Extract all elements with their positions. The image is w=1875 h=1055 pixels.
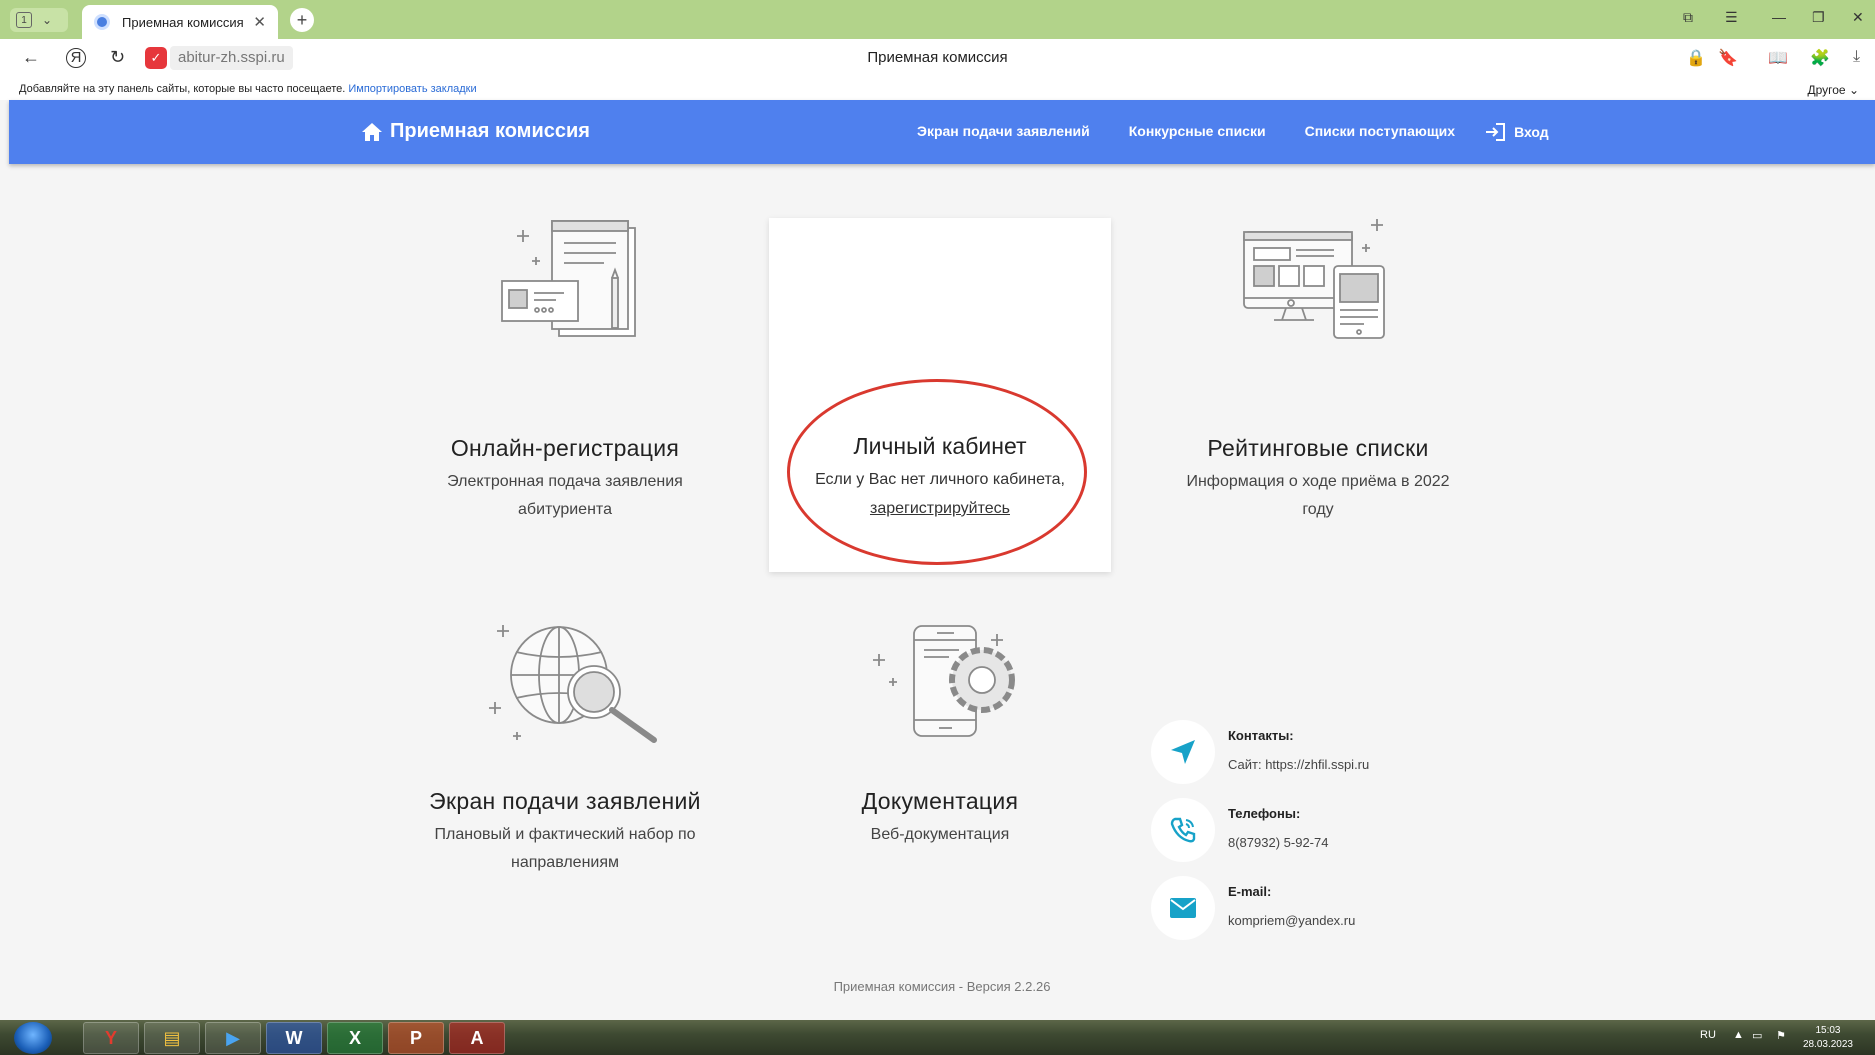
contact-phone-value[interactable]: 8(87932) 5-92-74 [1228,835,1328,850]
restore-icon[interactable]: ❐ [1812,9,1825,26]
bookmarks-hint: Добавляйте на эту панель сайты, которые … [19,83,477,95]
rating-title[interactable]: Рейтинговые списки [1141,435,1495,462]
import-bookmarks-link[interactable]: Импортировать закладки [348,83,476,95]
registration-block[interactable]: Онлайн-регистрация Электронная подача за… [389,435,741,524]
tabs-counter-button[interactable]: 1 ⌄ [10,8,68,32]
brand-label: Приемная комиссия [390,120,590,142]
highlight-ellipse [787,379,1087,565]
contact-email: E-mail: kompriem@yandex.ru [1151,876,1551,946]
network-icon[interactable]: ▭ [1752,1029,1762,1042]
docs-desc: Веб-документация [870,826,1010,843]
nav-login[interactable]: Вход [1486,123,1549,141]
presentation-icon[interactable]: P [388,1022,444,1054]
login-icon [1486,123,1506,141]
tray-expand-icon[interactable]: ▲ [1733,1029,1744,1041]
new-tab-button[interactable]: + [290,8,314,32]
rating-desc-line2: году [1302,501,1334,518]
close-tab-icon[interactable]: ✕ [253,13,266,31]
contact-site-title: Контакты: [1228,728,1294,743]
registration-desc: Электронная подача заявления абитуриента [389,468,741,524]
page-title: Приемная комиссия [867,49,1008,66]
docs-title[interactable]: Документация [769,788,1111,815]
file-manager-icon[interactable]: ▤ [144,1022,200,1054]
navigation-arrow-icon [1151,720,1215,784]
protect-icon[interactable]: 🔒 [1686,48,1706,68]
rating-desc-line1: Информация о ходе приёма в 2022 [1186,473,1450,490]
brand-link[interactable]: Приемная комиссия [362,120,590,143]
contact-phone: Телефоны: 8(87932) 5-92-74 [1151,798,1551,868]
nav-contest-lists[interactable]: Конкурсные списки [1129,123,1266,141]
pdf-reader-icon[interactable]: A [449,1022,505,1054]
screen-desc-line2: направлениям [511,854,619,871]
home-icon [362,122,382,141]
contact-site: Контакты: Сайт: https://zhfil.sspi.ru [1151,720,1551,790]
browser-tab-active[interactable]: Приемная комиссия ✕ [82,5,278,39]
contact-phone-title: Телефоны: [1228,806,1301,821]
yandex-browser-icon[interactable]: Y [83,1022,139,1054]
browser-addressbar: ← Я ↻ ✓ abitur-zh.sspi.ru Приемная комис… [0,39,1875,80]
rating-block[interactable]: Рейтинговые списки Информация о ходе при… [1141,435,1495,524]
tab-title: Приемная комиссия [122,14,244,30]
system-clock[interactable]: 15:03 28.03.2023 [1803,1024,1853,1052]
tabs-overview-icon[interactable]: ⧉ [1683,9,1693,26]
screen-title[interactable]: Экран подачи заявлений [389,788,741,815]
windows-taskbar: Y ▤ ▶ W X P A RU ▲ ▭ ⚑ 15:03 28.03.2023 [0,1020,1875,1055]
screen-desc-line1: Плановый и фактический набор по [434,826,696,843]
envelope-icon [1151,876,1215,940]
word-icon[interactable]: W [266,1022,322,1054]
clock-time: 15:03 [1815,1025,1841,1036]
contact-site-value[interactable]: Сайт: https://zhfil.sspi.ru [1228,757,1369,772]
other-bookmarks-label: Другое [1807,83,1846,97]
media-player-icon[interactable]: ▶ [205,1022,261,1054]
registration-desc-line1: Электронная подача заявления [447,473,683,490]
minimize-icon[interactable]: — [1772,9,1786,25]
documentation-illustration-icon [873,625,1015,737]
close-window-icon[interactable]: ✕ [1852,9,1864,26]
start-button-icon[interactable] [14,1022,52,1054]
clock-date: 28.03.2023 [1802,1039,1853,1050]
flag-icon[interactable]: ⚑ [1776,1029,1786,1042]
browser-tabbar: 1 ⌄ Приемная комиссия ✕ + ⧉ ☰ — ❐ ✕ [0,0,1875,39]
bookmarks-hint-text: Добавляйте на эту панель сайты, которые … [19,83,346,95]
footer-version: Приемная комиссия - Версия 2.2.26 [833,979,1051,994]
language-indicator[interactable]: RU [1700,1029,1716,1041]
tab-count: 1 [16,12,32,28]
other-bookmarks-button[interactable]: Другое ⌄ [1807,83,1859,97]
globe-search-illustration-icon [489,625,657,743]
menu-icon[interactable]: ☰ [1725,9,1738,26]
nav-login-label: Вход [1514,124,1549,140]
chevron-down-icon: ⌄ [42,13,53,27]
excel-icon[interactable]: X [327,1022,383,1054]
registration-title[interactable]: Онлайн-регистрация [389,435,741,462]
phone-icon [1151,798,1215,862]
nav-applicant-lists[interactable]: Списки поступающих [1305,123,1455,141]
contact-email-title: E-mail: [1228,884,1272,899]
site-navbar: Приемная комиссия Экран подачи заявлений… [9,100,1875,164]
registration-illustration-icon [501,220,636,337]
tab-favicon-icon [94,14,110,30]
extension-icon[interactable]: 🧩 [1810,48,1830,68]
bookmark-icon[interactable]: 🔖 [1718,48,1738,68]
download-icon[interactable]: ⤓ [1853,48,1860,66]
registration-desc-line2: абитуриента [518,501,612,518]
docs-block[interactable]: Документация Веб-документация [769,788,1111,849]
bookmarks-bar: Добавляйте на эту панель сайты, которые … [0,80,1875,100]
screen-desc: Плановый и фактический набор по направлен… [389,821,741,877]
rating-illustration-icon [1243,219,1385,339]
nav-screen[interactable]: Экран подачи заявлений [917,123,1090,141]
reader-icon[interactable]: 📖 [1768,48,1788,68]
screen-block[interactable]: Экран подачи заявлений Плановый и фактич… [389,788,741,877]
contact-email-value[interactable]: kompriem@yandex.ru [1228,913,1355,928]
rating-desc: Информация о ходе приёма в 2022 году [1141,468,1495,524]
